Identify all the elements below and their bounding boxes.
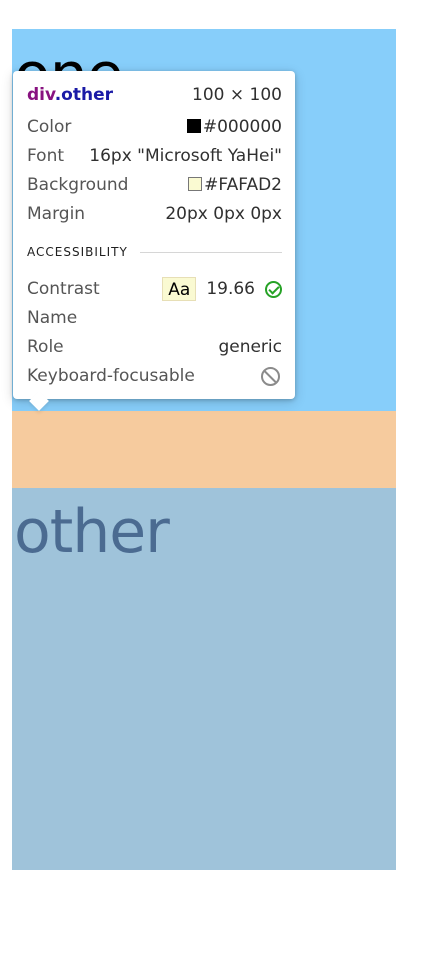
accessibility-title: ACCESSIBILITY: [27, 245, 128, 259]
background-swatch-icon: [188, 177, 203, 191]
contrast-value-wrap: Aa 19.66: [162, 277, 282, 301]
accessibility-section-title: ACCESSIBILITY: [27, 245, 282, 259]
not-focusable-icon: [261, 366, 280, 386]
background-value-wrap: #FAFAD2: [188, 175, 282, 195]
inspect-tooltip: div.other 100 × 100 Color #000000 Font 1…: [13, 71, 295, 411]
margin-value: 20px 0px 0px: [165, 204, 282, 224]
element-size: 100 × 100: [192, 85, 282, 105]
element-class: .other: [54, 85, 113, 105]
color-value: #000000: [202, 117, 282, 137]
tooltip-header: div.other 100 × 100: [27, 83, 282, 107]
background-label: Background: [27, 175, 129, 195]
background-value: #FAFAD2: [204, 175, 282, 195]
name-label: Name: [27, 308, 78, 328]
role-row: Role generic: [27, 335, 282, 359]
role-value: generic: [218, 337, 282, 357]
color-value-wrap: #000000: [186, 117, 282, 137]
keyboard-label: Keyboard-focusable: [27, 366, 195, 386]
div-other: other: [12, 488, 396, 870]
color-swatch-icon: [186, 119, 201, 133]
section-divider: [139, 251, 282, 253]
contrast-ratio: 19.66: [206, 279, 255, 299]
element-tag: div: [27, 85, 55, 105]
contrast-sample-badge: Aa: [162, 277, 197, 301]
role-label: Role: [27, 337, 64, 357]
font-row: Font 16px "Microsoft YaHei": [27, 144, 282, 168]
inspected-page: one other div.other 100 × 100 Color #000…: [0, 0, 435, 967]
keyboard-row: Keyboard-focusable: [27, 364, 282, 388]
background-row: Background #FAFAD2: [27, 173, 282, 197]
font-value: 16px "Microsoft YaHei": [89, 146, 282, 166]
color-label: Color: [27, 117, 72, 137]
margin-row: Margin 20px 0px 0px: [27, 202, 282, 226]
margin-highlight: [12, 411, 396, 488]
font-label: Font: [27, 146, 65, 166]
div-other-text: other: [14, 497, 170, 567]
contrast-label: Contrast: [27, 279, 100, 299]
check-circle-icon: [265, 280, 282, 298]
margin-label: Margin: [27, 204, 86, 224]
contrast-row: Contrast Aa 19.66: [27, 277, 282, 301]
element-selector: div.other: [27, 85, 113, 105]
color-row: Color #000000: [27, 115, 282, 139]
name-row: Name: [27, 306, 282, 330]
